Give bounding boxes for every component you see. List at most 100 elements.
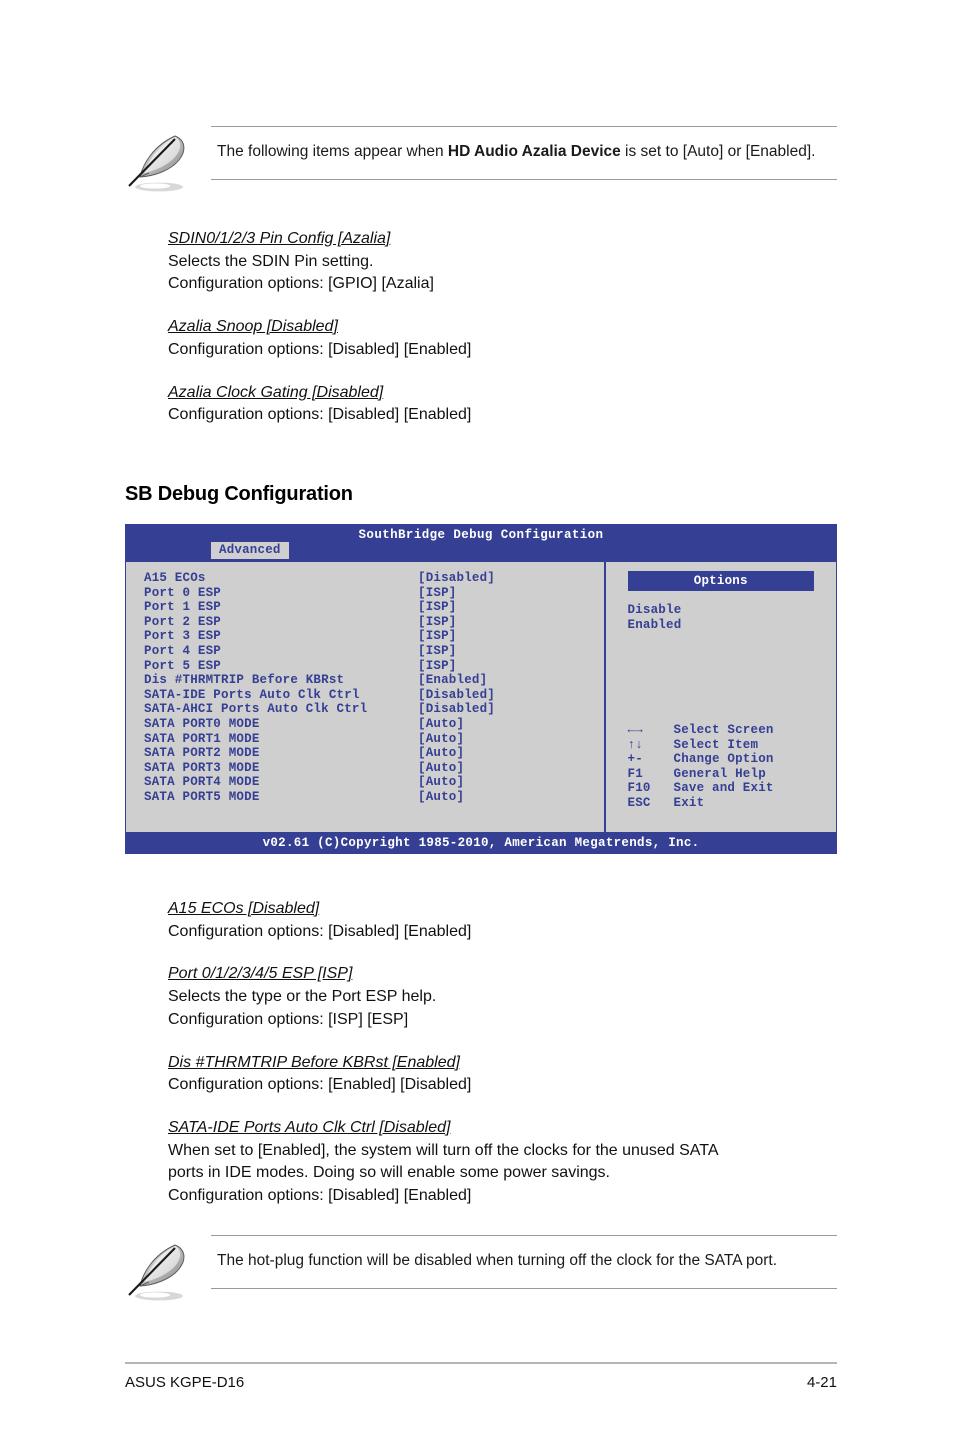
section-line: ports in IDE modes. Doing so will enable… (168, 1164, 610, 1182)
feather-note-icon (125, 126, 211, 201)
legend-key: F10 (627, 781, 651, 796)
bios-row-value[interactable]: [ISP] (418, 659, 457, 674)
note-text-bold: HD Audio Azalia Device (447, 143, 621, 160)
bios-row-value[interactable]: [Auto] (418, 717, 464, 732)
section-line: When set to [Enabled], the system will t… (168, 1141, 719, 1159)
bios-row-value[interactable]: [Auto] (418, 746, 464, 761)
legend-row: F10 Save and Exit (628, 781, 774, 796)
bios-row-value[interactable]: [Enabled] (418, 673, 487, 688)
bios-row-label: Port 2 ESP (144, 614, 222, 629)
bios-row-label: Port 4 ESP (144, 643, 222, 658)
section-line: Configuration options: [Enabled] [Disabl… (168, 1076, 472, 1094)
bios-copyright-footer: v02.61 (C)Copyright 1985-2010, American … (125, 833, 837, 854)
bios-row-value[interactable]: [ISP] (418, 586, 457, 601)
section-line: Configuration options: [Disabled] [Enabl… (168, 922, 472, 940)
note-text-after: is set to [Auto] or [Enabled]. (620, 143, 816, 160)
note-text-container: The following items appear when HD Audio… (211, 126, 837, 181)
bios-main-area: A15 ECOs [Disabled] Port 0 ESP [ISP] Por… (125, 561, 837, 833)
section-title: SDIN0/1/2/3 Pin Config [Azalia] (168, 230, 391, 247)
section-sdin-pin-config: SDIN0/1/2/3 Pin Config [Azalia] Selects … (168, 228, 868, 296)
section-line: Configuration options: [ISP] [ESP] (168, 1010, 409, 1028)
bios-row[interactable]: Port 1 ESP [ISP] (144, 600, 604, 615)
bios-row-value[interactable]: [ISP] (418, 600, 457, 615)
legend-action: Exit (673, 795, 705, 810)
upper-sections: SDIN0/1/2/3 Pin Config [Azalia] Selects … (168, 228, 868, 447)
section-title: Port 0/1/2/3/4/5 ESP [ISP] (168, 965, 353, 983)
bios-settings-list: A15 ECOs [Disabled] Port 0 ESP [ISP] Por… (126, 562, 604, 832)
section-title: Azalia Snoop [Disabled] (168, 318, 338, 336)
bios-row[interactable]: Port 4 ESP [ISP] (144, 644, 604, 659)
section-sata-ide-auto-clk: SATA-IDE Ports Auto Clk Ctrl [Disabled] … (168, 1117, 868, 1208)
bios-row-value[interactable]: [ISP] (418, 615, 457, 630)
legend-action: General Help (673, 766, 766, 781)
bios-row[interactable]: SATA-AHCI Ports Auto Clk Ctrl [Disabled] (144, 702, 604, 717)
bios-row-value[interactable]: [Disabled] (418, 702, 495, 717)
bios-row[interactable]: Port 3 ESP [ISP] (144, 629, 604, 644)
lower-sections: A15 ECOs [Disabled] Configuration option… (168, 898, 868, 1228)
section-line: Configuration options: [GPIO] [Azalia] (168, 275, 434, 293)
bios-options-pane: Options Disable Enabled ←→ Select Screen… (606, 562, 837, 832)
bios-row[interactable]: Port 5 ESP [ISP] (144, 659, 604, 674)
legend-action: Select Item (673, 737, 759, 752)
bios-row[interactable]: SATA PORT2 MODE [Auto] (144, 746, 604, 761)
bios-row-label: Port 3 ESP (144, 629, 222, 644)
note-text: The hot-plug function will be disabled w… (217, 1252, 778, 1269)
bios-key-legend: ←→ Select Screen ↑↓ Select Item +- Chang… (628, 723, 774, 811)
bios-row[interactable]: A15 ECOs [Disabled] (144, 571, 604, 586)
bios-row[interactable]: SATA PORT3 MODE [Auto] (144, 761, 604, 776)
legend-key: +- (627, 752, 643, 767)
bios-row[interactable]: SATA PORT4 MODE [Auto] (144, 775, 604, 790)
bios-row-value[interactable]: [Auto] (418, 790, 464, 805)
bios-row-value[interactable]: [Auto] (418, 761, 464, 776)
bios-row-label: A15 ECOs (144, 571, 206, 585)
bios-row-label: SATA PORT1 MODE (144, 731, 260, 746)
legend-key: ↑↓ (627, 737, 643, 752)
bios-row-value[interactable]: [ISP] (418, 644, 457, 659)
bios-options-header: Options (627, 571, 814, 591)
footer-page-number: 4-21 (806, 1374, 837, 1391)
legend-key: ESC (627, 795, 651, 810)
bios-row-value[interactable]: [Disabled] (418, 571, 495, 586)
footer-product-name: ASUS KGPE-D16 (125, 1374, 245, 1391)
section-line: Selects the SDIN Pin setting. (168, 252, 374, 270)
bios-row-label: Port 1 ESP (144, 600, 222, 615)
bios-row[interactable]: SATA PORT0 MODE [Auto] (144, 717, 604, 732)
page-section-heading: SB Debug Configuration (125, 483, 353, 505)
bios-row-value[interactable]: [Auto] (418, 775, 464, 790)
legend-row: ↑↓ Select Item (628, 738, 774, 753)
legend-key: ←→ (627, 723, 643, 737)
footer-divider (125, 1362, 837, 1364)
section-title: SATA-IDE Ports Auto Clk Ctrl [Disabled] (168, 1119, 451, 1137)
legend-row: ←→ Select Screen (628, 723, 774, 738)
note-box-hd-audio: The following items appear when HD Audio… (125, 126, 837, 201)
bios-row[interactable]: SATA PORT5 MODE [Auto] (144, 790, 604, 805)
bios-row-value[interactable]: [ISP] (418, 629, 457, 644)
section-port-esp: Port 0/1/2/3/4/5 ESP [ISP] Selects the t… (168, 963, 868, 1031)
bios-option-item[interactable]: Disable (628, 603, 837, 618)
bios-option-item[interactable]: Enabled (628, 618, 837, 633)
legend-row: F1 General Help (628, 767, 774, 782)
bios-row[interactable]: SATA-IDE Ports Auto Clk Ctrl [Disabled] (144, 688, 604, 703)
bios-row-label: SATA PORT2 MODE (144, 746, 260, 761)
bios-options-list: Disable Enabled (606, 603, 837, 632)
bios-row-label: Dis #THRMTRIP Before KBRst (144, 673, 345, 688)
bios-row-label: Port 5 ESP (144, 658, 222, 673)
section-azalia-snoop: Azalia Snoop [Disabled] Configuration op… (168, 316, 868, 361)
bios-row[interactable]: Dis #THRMTRIP Before KBRst [Enabled] (144, 673, 604, 688)
bios-setup-screen: SouthBridge Debug Configuration Advanced… (125, 524, 837, 854)
bios-row-value[interactable]: [Auto] (418, 732, 464, 747)
bios-row[interactable]: Port 2 ESP [ISP] (144, 615, 604, 630)
section-title: Azalia Clock Gating [Disabled] (168, 383, 384, 401)
bios-row-value[interactable]: [Disabled] (418, 688, 495, 703)
bios-tab-advanced[interactable]: Advanced (211, 542, 289, 559)
note-text: The following items appear when HD Audio… (217, 141, 831, 163)
bios-row[interactable]: SATA PORT1 MODE [Auto] (144, 732, 604, 747)
bios-row[interactable]: Port 0 ESP [ISP] (144, 586, 604, 601)
bios-title-bar: SouthBridge Debug Configuration Advanced (125, 524, 837, 561)
bios-row-label: SATA PORT5 MODE (144, 789, 260, 804)
section-title: A15 ECOs [Disabled] (168, 900, 320, 917)
section-line: Selects the type or the Port ESP help. (168, 988, 437, 1006)
section-line: Configuration options: [Disabled] [Enabl… (168, 406, 472, 424)
legend-action: Select Screen (673, 723, 774, 737)
section-azalia-clock-gating: Azalia Clock Gating [Disabled] Configura… (168, 382, 868, 427)
